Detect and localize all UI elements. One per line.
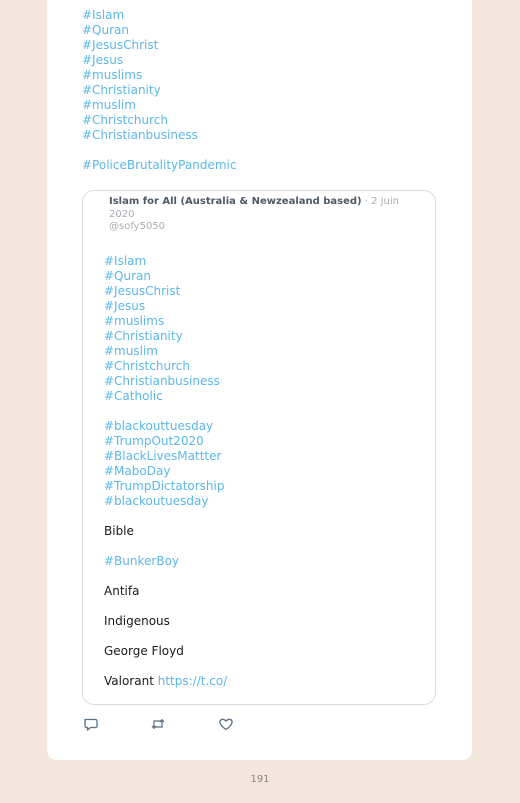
hashtag-link[interactable]: #Christchurch xyxy=(82,113,236,128)
text-line: Valorant https://t.co/ xyxy=(104,674,227,689)
hashtag-link[interactable]: #MaboDay xyxy=(104,464,227,479)
hashtag-link[interactable]: #TrumpOut2020 xyxy=(104,434,227,449)
hashtag-link[interactable]: #muslims xyxy=(82,68,236,83)
text-line: George Floyd xyxy=(104,644,184,658)
text-line: Bible xyxy=(104,524,134,538)
page-number: 191 xyxy=(250,774,270,785)
hashtag-link[interactable]: #Islam xyxy=(82,8,236,23)
hashtag-link[interactable]: #Jesus xyxy=(82,53,236,68)
hashtag-link[interactable]: #blackoutuesday xyxy=(104,494,227,509)
quoted-tweet-header: Islam for All (Australia & Newzealand ba… xyxy=(109,196,409,234)
heart-icon[interactable] xyxy=(218,716,234,732)
hashtag-link[interactable]: #muslim xyxy=(82,98,236,113)
text-line: Indigenous xyxy=(104,614,170,628)
quoted-tweet-body: #Islam #Quran #JesusChrist #Jesus #musli… xyxy=(104,254,227,689)
hashtag-link[interactable]: #Christianity xyxy=(82,83,236,98)
hashtag-link[interactable]: #muslim xyxy=(104,344,227,359)
reply-icon[interactable] xyxy=(83,716,99,732)
valorant-text: Valorant xyxy=(104,674,154,688)
hashtag-link[interactable]: #Catholic xyxy=(104,389,227,404)
hashtag-link[interactable]: #JesusChrist xyxy=(82,38,236,53)
retweet-icon xyxy=(151,718,165,730)
hashtag-link[interactable]: #BlackLivesMattter xyxy=(104,449,227,464)
retweet-icon[interactable] xyxy=(150,716,166,732)
quoted-author-name[interactable]: Islam for All (Australia & Newzealand ba… xyxy=(109,196,362,207)
quoted-author-handle[interactable]: @sofy5050 xyxy=(109,221,165,232)
tco-link[interactable]: https://t.co/ xyxy=(158,674,228,688)
text-line: Antifa xyxy=(104,584,140,598)
hashtag-link[interactable]: #PoliceBrutalityPandemic xyxy=(82,158,236,173)
hashtag-link[interactable]: #TrumpDictatorship xyxy=(104,479,227,494)
hashtag-link[interactable]: #BunkerBoy xyxy=(104,554,227,569)
hashtag-link[interactable]: #muslims xyxy=(104,314,227,329)
reply-icon xyxy=(84,718,98,731)
quoted-tweet[interactable]: Islam for All (Australia & Newzealand ba… xyxy=(82,190,436,705)
heart-icon xyxy=(219,718,233,731)
hashtag-link[interactable]: #Jesus xyxy=(104,299,227,314)
hashtag-link[interactable]: #Christianity xyxy=(104,329,227,344)
hashtag-link[interactable]: #Quran xyxy=(104,269,227,284)
hashtag-link[interactable]: #Christchurch xyxy=(104,359,227,374)
hashtag-link[interactable]: #Quran xyxy=(82,23,236,38)
tweet-hashtags: #Islam #Quran #JesusChrist #Jesus #musli… xyxy=(82,8,236,173)
hashtag-link[interactable]: #Christianbusiness xyxy=(82,128,236,143)
hashtag-link[interactable]: #Christianbusiness xyxy=(104,374,227,389)
hashtag-link[interactable]: #JesusChrist xyxy=(104,284,227,299)
hashtag-link[interactable]: #blackouttuesday xyxy=(104,419,227,434)
hashtag-link[interactable]: #Islam xyxy=(104,254,227,269)
